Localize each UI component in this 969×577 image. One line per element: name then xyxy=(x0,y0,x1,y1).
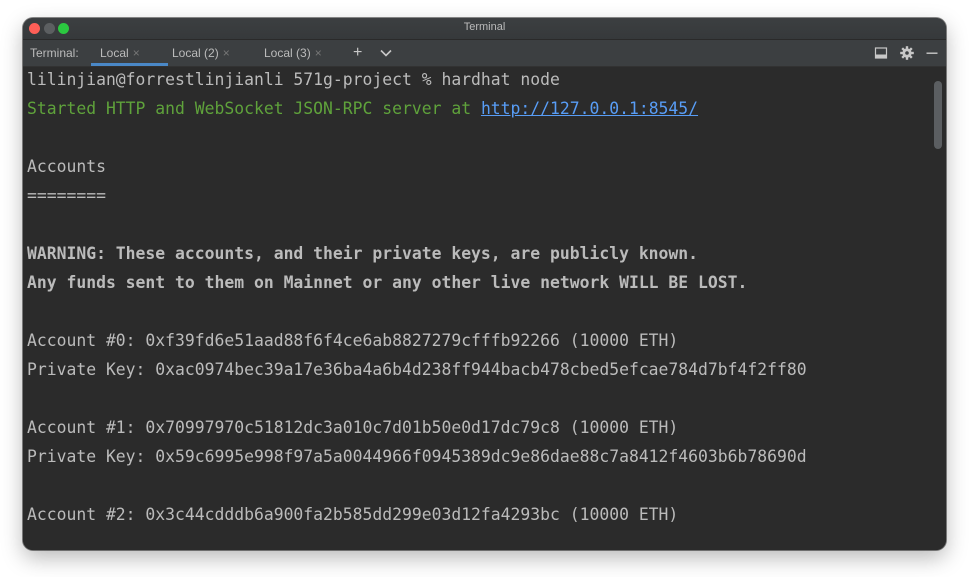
tab-label: Local (2) xyxy=(172,46,219,60)
server-started-text: Started HTTP and WebSocket JSON-RPC serv… xyxy=(27,99,481,118)
tab-local-3[interactable]: Local (3) × xyxy=(264,40,322,66)
warning-line-1: WARNING: These accounts, and their priva… xyxy=(27,244,699,263)
tab-local[interactable]: Local × xyxy=(91,40,168,66)
vertical-scrollbar[interactable] xyxy=(934,81,942,149)
terminal-output[interactable]: lilinjian@forrestlinjianli 571g-project … xyxy=(23,67,946,550)
accounts-rule: ======== xyxy=(27,186,106,205)
server-url-link[interactable]: http://127.0.0.1:8545/ xyxy=(481,99,698,118)
layout-icon[interactable] xyxy=(873,45,889,61)
tab-label: Local (3) xyxy=(264,46,311,60)
prompt-line: lilinjian@forrestlinjianli 571g-project … xyxy=(27,70,560,89)
account-0-private-key: Private Key: 0xac0974bec39a17e36ba4a6b4d… xyxy=(27,360,807,379)
tab-close-icon[interactable]: × xyxy=(133,46,140,60)
tab-local-2[interactable]: Local (2) × xyxy=(172,40,230,66)
account-2-line: Account #2: 0x3c44cdddb6a900fa2b585dd299… xyxy=(27,505,679,524)
window-title: Terminal xyxy=(463,21,506,33)
tab-close-icon[interactable]: × xyxy=(223,46,230,60)
server-started-line: Started HTTP and WebSocket JSON-RPC serv… xyxy=(27,99,698,119)
account-1-line: Account #1: 0x70997970c51812dc3a010c7d01… xyxy=(27,418,679,437)
tab-label: Local xyxy=(100,46,129,60)
gear-icon[interactable] xyxy=(899,45,915,61)
chevron-down-icon[interactable] xyxy=(378,45,394,61)
tabbar-label: Terminal: xyxy=(30,46,79,60)
account-0-line: Account #0: 0xf39fd6e51aad88f6f4ce6ab882… xyxy=(27,331,679,350)
minimize-panel-icon[interactable] xyxy=(924,45,940,61)
terminal-window: Terminal Terminal: Local × Local (2) × Loc… xyxy=(23,18,946,550)
title-bar: Terminal xyxy=(23,18,946,40)
warning-line-2: Any funds sent to them on Mainnet or any… xyxy=(27,273,748,292)
new-tab-button[interactable]: + xyxy=(353,43,362,63)
tab-close-icon[interactable]: × xyxy=(315,46,322,60)
account-1-private-key: Private Key: 0x59c6995e998f97a5a0044966f… xyxy=(27,447,807,466)
accounts-heading: Accounts xyxy=(27,157,106,176)
terminal-tab-bar: Terminal: Local × Local (2) × Local (3) × + xyxy=(23,40,946,67)
